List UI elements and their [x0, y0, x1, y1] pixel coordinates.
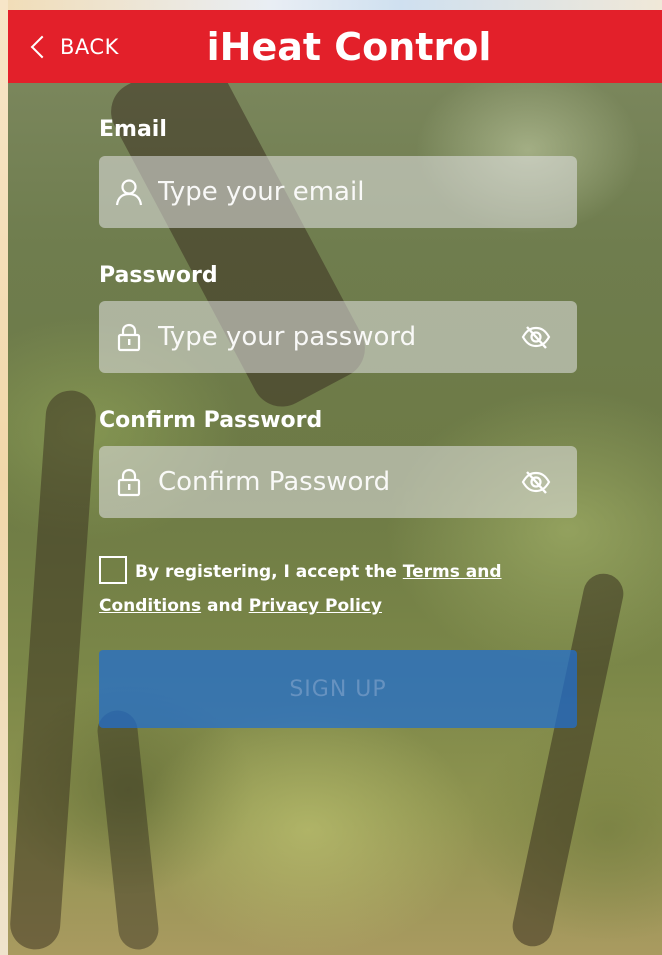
tree-trunk	[8, 388, 98, 952]
signup-screen: BACK iHeat Control Email Password	[8, 10, 662, 955]
app-header: BACK iHeat Control	[8, 10, 662, 83]
confirm-password-label: Confirm Password	[99, 408, 323, 433]
app-title: iHeat Control	[206, 24, 492, 69]
terms-conjunction: and	[201, 596, 249, 616]
tree-trunk	[95, 708, 161, 952]
confirm-password-input[interactable]	[158, 446, 521, 518]
tree-trunk	[508, 569, 628, 951]
email-input[interactable]	[158, 156, 577, 228]
confirm-password-field	[99, 446, 577, 518]
terms-agreement: By registering, I accept the Terms and C…	[99, 555, 577, 623]
backdrop-top-strip	[8, 0, 662, 10]
email-field	[99, 156, 577, 228]
password-label: Password	[99, 263, 218, 288]
sign-up-button[interactable]: SIGN UP	[99, 650, 577, 728]
lock-icon	[117, 323, 141, 352]
email-label: Email	[99, 117, 167, 142]
terms-checkbox[interactable]	[99, 556, 127, 584]
password-field	[99, 301, 577, 373]
password-input[interactable]	[158, 301, 521, 373]
privacy-policy-link[interactable]: Privacy Policy	[249, 596, 382, 616]
eye-slash-icon[interactable]	[521, 467, 551, 497]
user-icon	[115, 179, 143, 206]
backdrop-left-strip	[0, 0, 8, 955]
eye-slash-icon[interactable]	[521, 322, 551, 352]
lock-icon	[117, 468, 141, 497]
terms-prefix: By registering, I accept the	[135, 562, 403, 582]
